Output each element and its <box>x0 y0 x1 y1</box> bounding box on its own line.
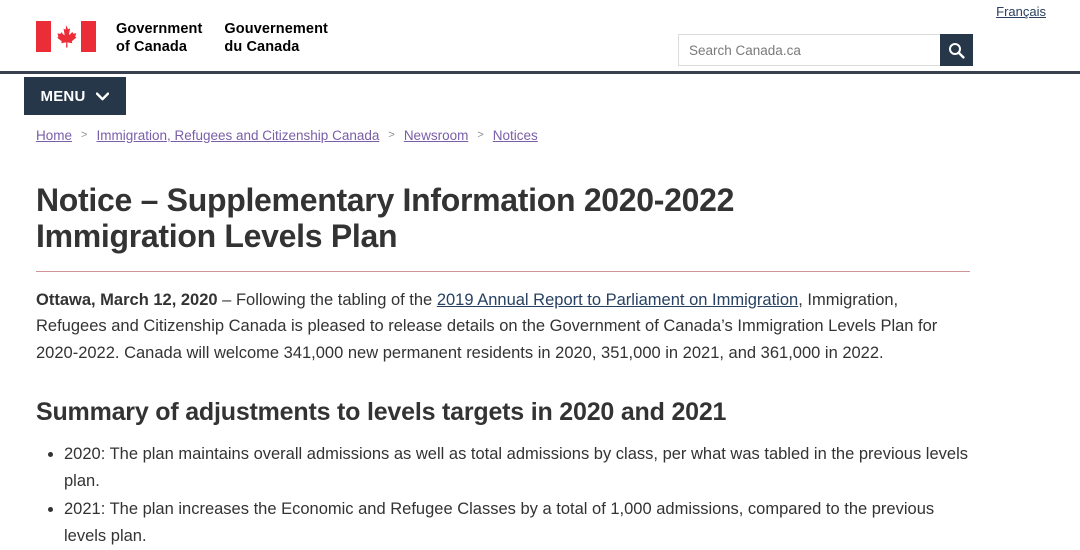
breadcrumb-separator: > <box>388 129 395 141</box>
breadcrumb-item-ircc[interactable]: Immigration, Refugees and Citizenship Ca… <box>96 128 379 143</box>
page-title: Notice – Supplementary Information 2020-… <box>36 182 735 254</box>
list-item: 2020: The plan maintains overall admissi… <box>64 441 974 494</box>
wordmark-french: Gouvernement du Canada <box>224 21 328 55</box>
main-content: Notice – Supplementary Information 2020-… <box>0 182 1080 550</box>
breadcrumb-item-newsroom[interactable]: Newsroom <box>404 128 469 143</box>
menu-button-label: MENU <box>40 87 86 105</box>
brand: Government of Canada Gouvernement du Can… <box>36 20 328 56</box>
lede-paragraph: Ottawa, March 12, 2020 – Following the t… <box>36 287 962 367</box>
breadcrumb-item-home[interactable]: Home <box>36 128 72 143</box>
breadcrumb-separator: > <box>81 129 88 141</box>
annual-report-link[interactable]: 2019 Annual Report to Parliament on Immi… <box>437 291 798 309</box>
site-header: Government of Canada Gouvernement du Can… <box>0 0 1080 74</box>
summary-list: 2020: The plan maintains overall admissi… <box>36 441 1044 550</box>
menu-button[interactable]: MENU <box>24 77 126 115</box>
search-button[interactable] <box>940 34 973 66</box>
chevron-down-icon <box>96 91 110 100</box>
list-item: 2021: The plan increases the Economic an… <box>64 496 974 549</box>
canada-flag-icon <box>36 21 96 52</box>
search-input[interactable] <box>678 34 940 66</box>
breadcrumb: Home > Immigration, Refugees and Citizen… <box>0 122 1080 148</box>
language-toggle-link[interactable]: Français <box>996 4 1046 19</box>
title-divider <box>36 270 970 272</box>
main-menu-bar: MENU <box>0 74 1080 122</box>
dateline: Ottawa, March 12, 2020 <box>36 290 218 309</box>
breadcrumb-item-notices[interactable]: Notices <box>493 128 538 143</box>
breadcrumb-separator: > <box>477 129 484 141</box>
government-of-canada-wordmark: Government of Canada Gouvernement du Can… <box>116 20 328 56</box>
wordmark-english: Government of Canada <box>116 21 203 55</box>
section-title: Summary of adjustments to levels targets… <box>36 397 727 426</box>
lede-text-before-link: – Following the tabling of the <box>217 290 437 309</box>
search-icon <box>949 42 965 59</box>
site-search <box>678 34 973 66</box>
